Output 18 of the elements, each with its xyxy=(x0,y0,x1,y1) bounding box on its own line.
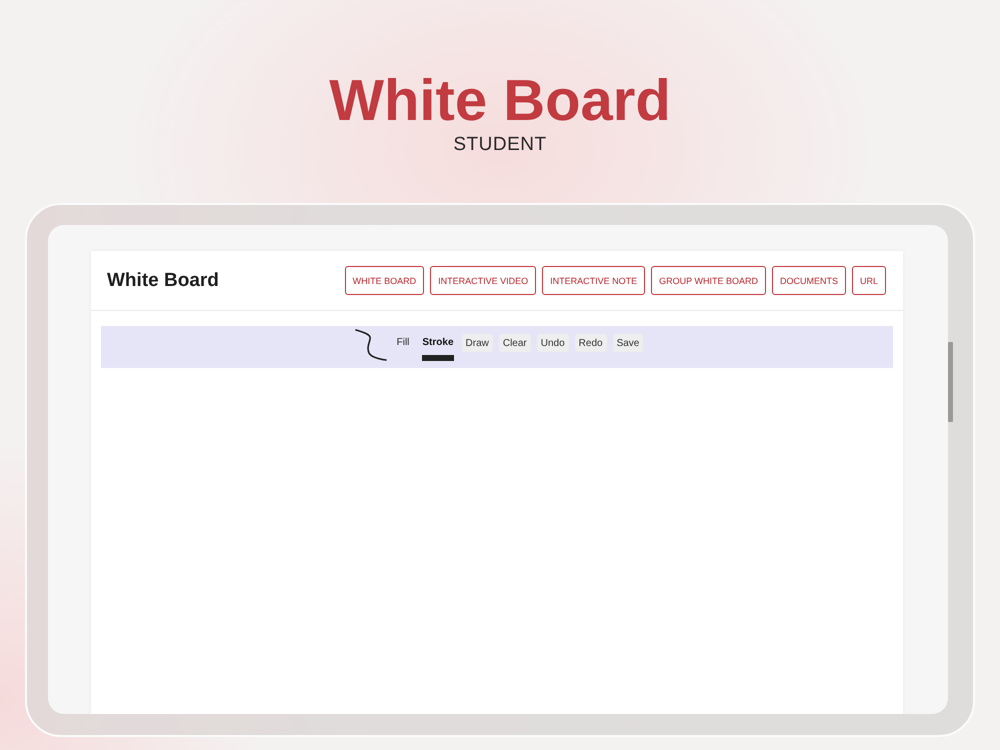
tool-button[interactable]: Save xyxy=(612,334,644,352)
curve-stroke-icon xyxy=(354,329,387,361)
tool-button[interactable]: Undo xyxy=(536,334,569,352)
mode-tab[interactable]: Stroke xyxy=(422,337,454,361)
nav-button[interactable]: URL xyxy=(852,266,886,295)
page-title: White Board xyxy=(329,72,671,130)
tool-button[interactable]: Clear xyxy=(498,334,531,352)
app-title: White Board xyxy=(107,270,219,292)
nav-button[interactable]: INTERACTIVE NOTE xyxy=(542,266,646,295)
nav-button[interactable]: INTERACTIVE VIDEO xyxy=(430,266,536,295)
nav-button[interactable]: GROUP WHITE BOARD xyxy=(651,266,766,295)
scrollbar-thumb[interactable] xyxy=(948,342,953,422)
page-subtitle: STUDENT xyxy=(453,135,547,154)
tool-button[interactable]: Draw xyxy=(462,334,493,352)
mode-tab[interactable]: Fill xyxy=(396,337,410,361)
tool-button[interactable]: Redo xyxy=(574,334,607,352)
nav-button[interactable]: WHITE BOARD xyxy=(344,266,424,295)
nav-button[interactable]: DOCUMENTS xyxy=(772,266,846,295)
